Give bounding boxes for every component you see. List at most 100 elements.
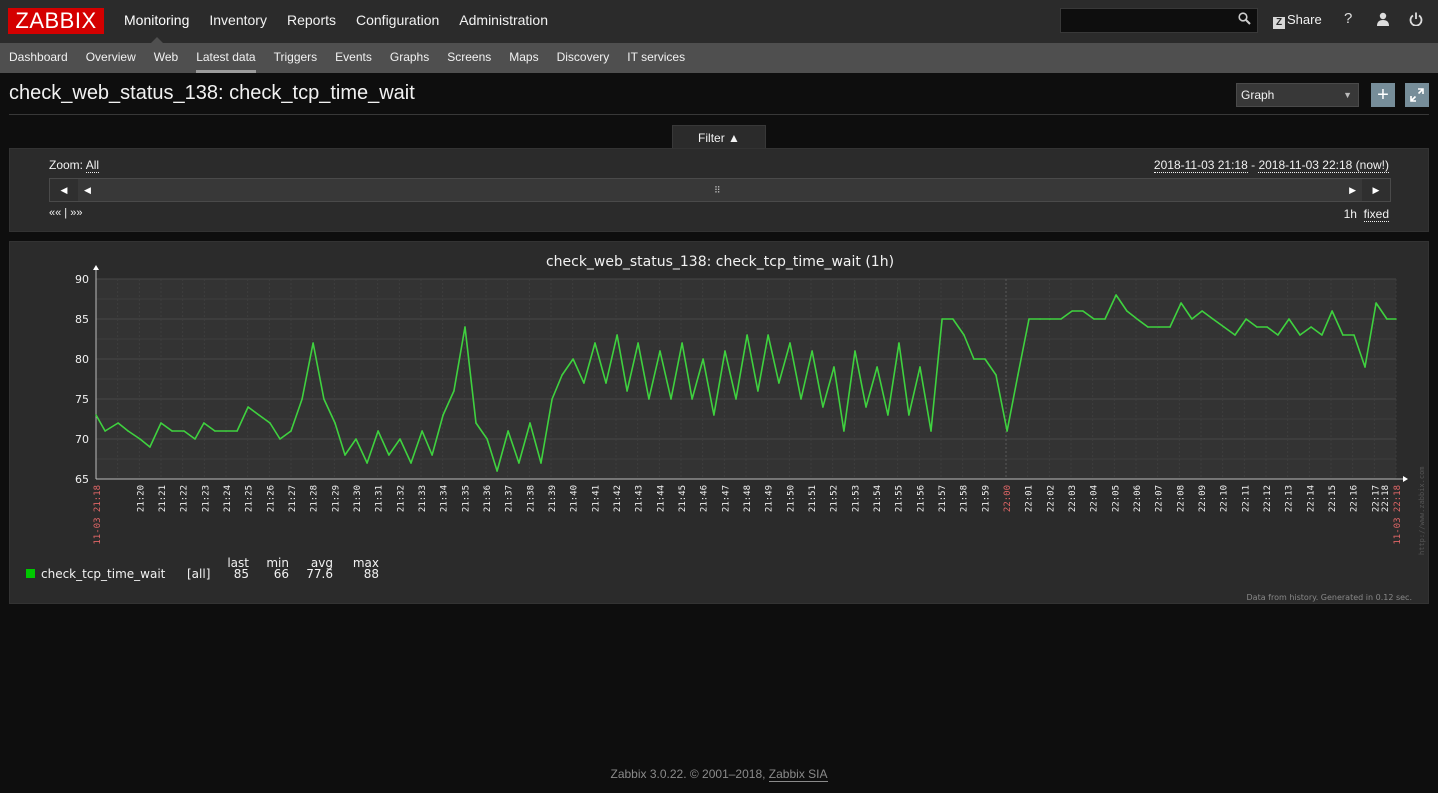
x-tick-label: 21:58 xyxy=(960,485,970,512)
submenu-latest-data[interactable]: Latest data xyxy=(187,43,264,73)
data-point xyxy=(160,422,162,424)
data-point xyxy=(757,390,759,392)
period-left-handle[interactable]: ◀ xyxy=(84,179,91,201)
data-point xyxy=(1060,318,1062,320)
period-right-handle[interactable]: ▶ xyxy=(1349,179,1356,201)
data-point xyxy=(1071,310,1073,312)
help-icon[interactable]: ? xyxy=(1344,10,1352,27)
filter-toggle-tab[interactable]: Filter ▲ xyxy=(672,125,766,149)
submenu-screens[interactable]: Screens xyxy=(438,43,500,73)
data-point xyxy=(149,446,151,448)
data-point xyxy=(561,374,563,376)
menu-reports[interactable]: Reports xyxy=(277,0,346,43)
submenu-graphs[interactable]: Graphs xyxy=(381,43,438,73)
data-point xyxy=(183,430,185,432)
submenu-dashboard[interactable]: Dashboard xyxy=(0,43,77,73)
zoom-all-link[interactable]: All xyxy=(85,158,100,173)
legend-value-max: 88 xyxy=(364,567,379,581)
data-point xyxy=(1266,326,1268,328)
data-point xyxy=(258,414,260,416)
logout-icon[interactable] xyxy=(1409,12,1423,30)
x-tick-label: 21:43 xyxy=(635,485,645,512)
submenu-triggers[interactable]: Triggers xyxy=(265,43,327,73)
x-tick-label: 21:54 xyxy=(873,485,883,512)
x-tick-label: 22:11 xyxy=(1241,485,1251,512)
search-icon[interactable] xyxy=(1238,12,1251,28)
scroll-left-button[interactable]: ◀ xyxy=(50,179,78,201)
data-point xyxy=(616,334,618,336)
data-point xyxy=(486,438,488,440)
view-type-select[interactable]: Graph ▼ xyxy=(1236,83,1359,107)
data-point xyxy=(1234,334,1236,336)
data-point xyxy=(475,422,477,424)
footer-zabbix-sia-link[interactable]: Zabbix SIA xyxy=(768,767,828,782)
zabbix-watermark: http://www.zabbix.com xyxy=(1418,466,1426,555)
scrollbar-grip-icon[interactable]: ⠿ xyxy=(714,179,721,201)
submenu-overview[interactable]: Overview xyxy=(77,43,145,73)
submenu-web[interactable]: Web xyxy=(145,43,187,73)
data-point xyxy=(1169,326,1171,328)
y-tick-label: 70 xyxy=(75,433,89,446)
x-tick-label: 21:53 xyxy=(851,485,861,512)
y-tick-label: 80 xyxy=(75,353,89,366)
main-menu: Monitoring Inventory Reports Configurati… xyxy=(114,0,558,43)
data-point xyxy=(1028,318,1030,320)
user-profile-icon[interactable] xyxy=(1376,12,1390,30)
search-input[interactable] xyxy=(1061,9,1231,32)
data-point xyxy=(214,430,216,432)
data-point xyxy=(1180,302,1182,304)
legend-series-name: check_tcp_time_wait xyxy=(41,567,166,581)
data-point xyxy=(1223,326,1225,328)
navigate-back-link[interactable]: «« | xyxy=(49,207,67,219)
menu-monitoring[interactable]: Monitoring xyxy=(114,0,199,43)
data-point xyxy=(898,342,900,344)
data-point xyxy=(1277,334,1279,336)
x-tick-label: 21:27 xyxy=(288,485,298,512)
submenu-discovery[interactable]: Discovery xyxy=(548,43,619,73)
data-point xyxy=(1256,326,1258,328)
data-point xyxy=(984,358,986,360)
data-point xyxy=(377,430,379,432)
menu-configuration[interactable]: Configuration xyxy=(346,0,449,43)
fixed-toggle-link[interactable]: fixed xyxy=(1363,207,1389,222)
data-point xyxy=(1321,334,1323,336)
range-from-link[interactable]: 2018-11-03 21:18 xyxy=(1153,158,1248,173)
x-tick-label: 22:04 xyxy=(1090,485,1100,512)
range-to-link[interactable]: 2018-11-03 22:18 (now!) xyxy=(1258,158,1389,173)
data-point xyxy=(366,462,368,464)
x-tick-label: 21:28 xyxy=(310,485,320,512)
period-info: 1h fixed xyxy=(1343,207,1389,222)
data-point xyxy=(1082,310,1084,312)
menu-administration[interactable]: Administration xyxy=(449,0,558,43)
graph-title: check_web_status_138: check_tcp_time_wai… xyxy=(546,254,894,270)
x-tick-label: 21:21 xyxy=(158,485,168,512)
data-point xyxy=(1158,326,1160,328)
submenu-it-services[interactable]: IT services xyxy=(618,43,694,73)
x-tick-label: 22:16 xyxy=(1350,485,1360,512)
menu-inventory[interactable]: Inventory xyxy=(199,0,277,43)
data-point xyxy=(659,350,661,352)
data-point xyxy=(811,350,813,352)
x-tick-label: 21:32 xyxy=(396,485,406,512)
x-tick-label: 22:14 xyxy=(1306,485,1316,512)
period-length: 1h xyxy=(1343,207,1357,221)
x-tick-label: 22:02 xyxy=(1046,485,1056,512)
fullscreen-button[interactable] xyxy=(1405,83,1429,107)
add-to-favorites-button[interactable]: + xyxy=(1371,83,1395,107)
zoom-control: Zoom: All xyxy=(49,158,100,173)
submenu-events[interactable]: Events xyxy=(326,43,381,73)
data-point xyxy=(540,462,542,464)
data-point xyxy=(778,382,780,384)
data-point xyxy=(507,430,509,432)
submenu-maps[interactable]: Maps xyxy=(500,43,547,73)
scroll-right-button[interactable]: ▶ xyxy=(1362,179,1390,201)
zabbix-logo[interactable]: ZABBIX xyxy=(8,8,104,34)
navigate-forward-link[interactable]: »» xyxy=(70,207,82,219)
timeline-scrollbar[interactable]: ◀ ◀ ⠿ ▶ ▶ xyxy=(49,178,1391,202)
data-point xyxy=(1201,310,1203,312)
share-button[interactable]: Z Share xyxy=(1273,12,1322,29)
data-point xyxy=(833,366,835,368)
data-point xyxy=(789,342,791,344)
legend-value-last: 85 xyxy=(234,567,249,581)
data-point xyxy=(518,462,520,464)
